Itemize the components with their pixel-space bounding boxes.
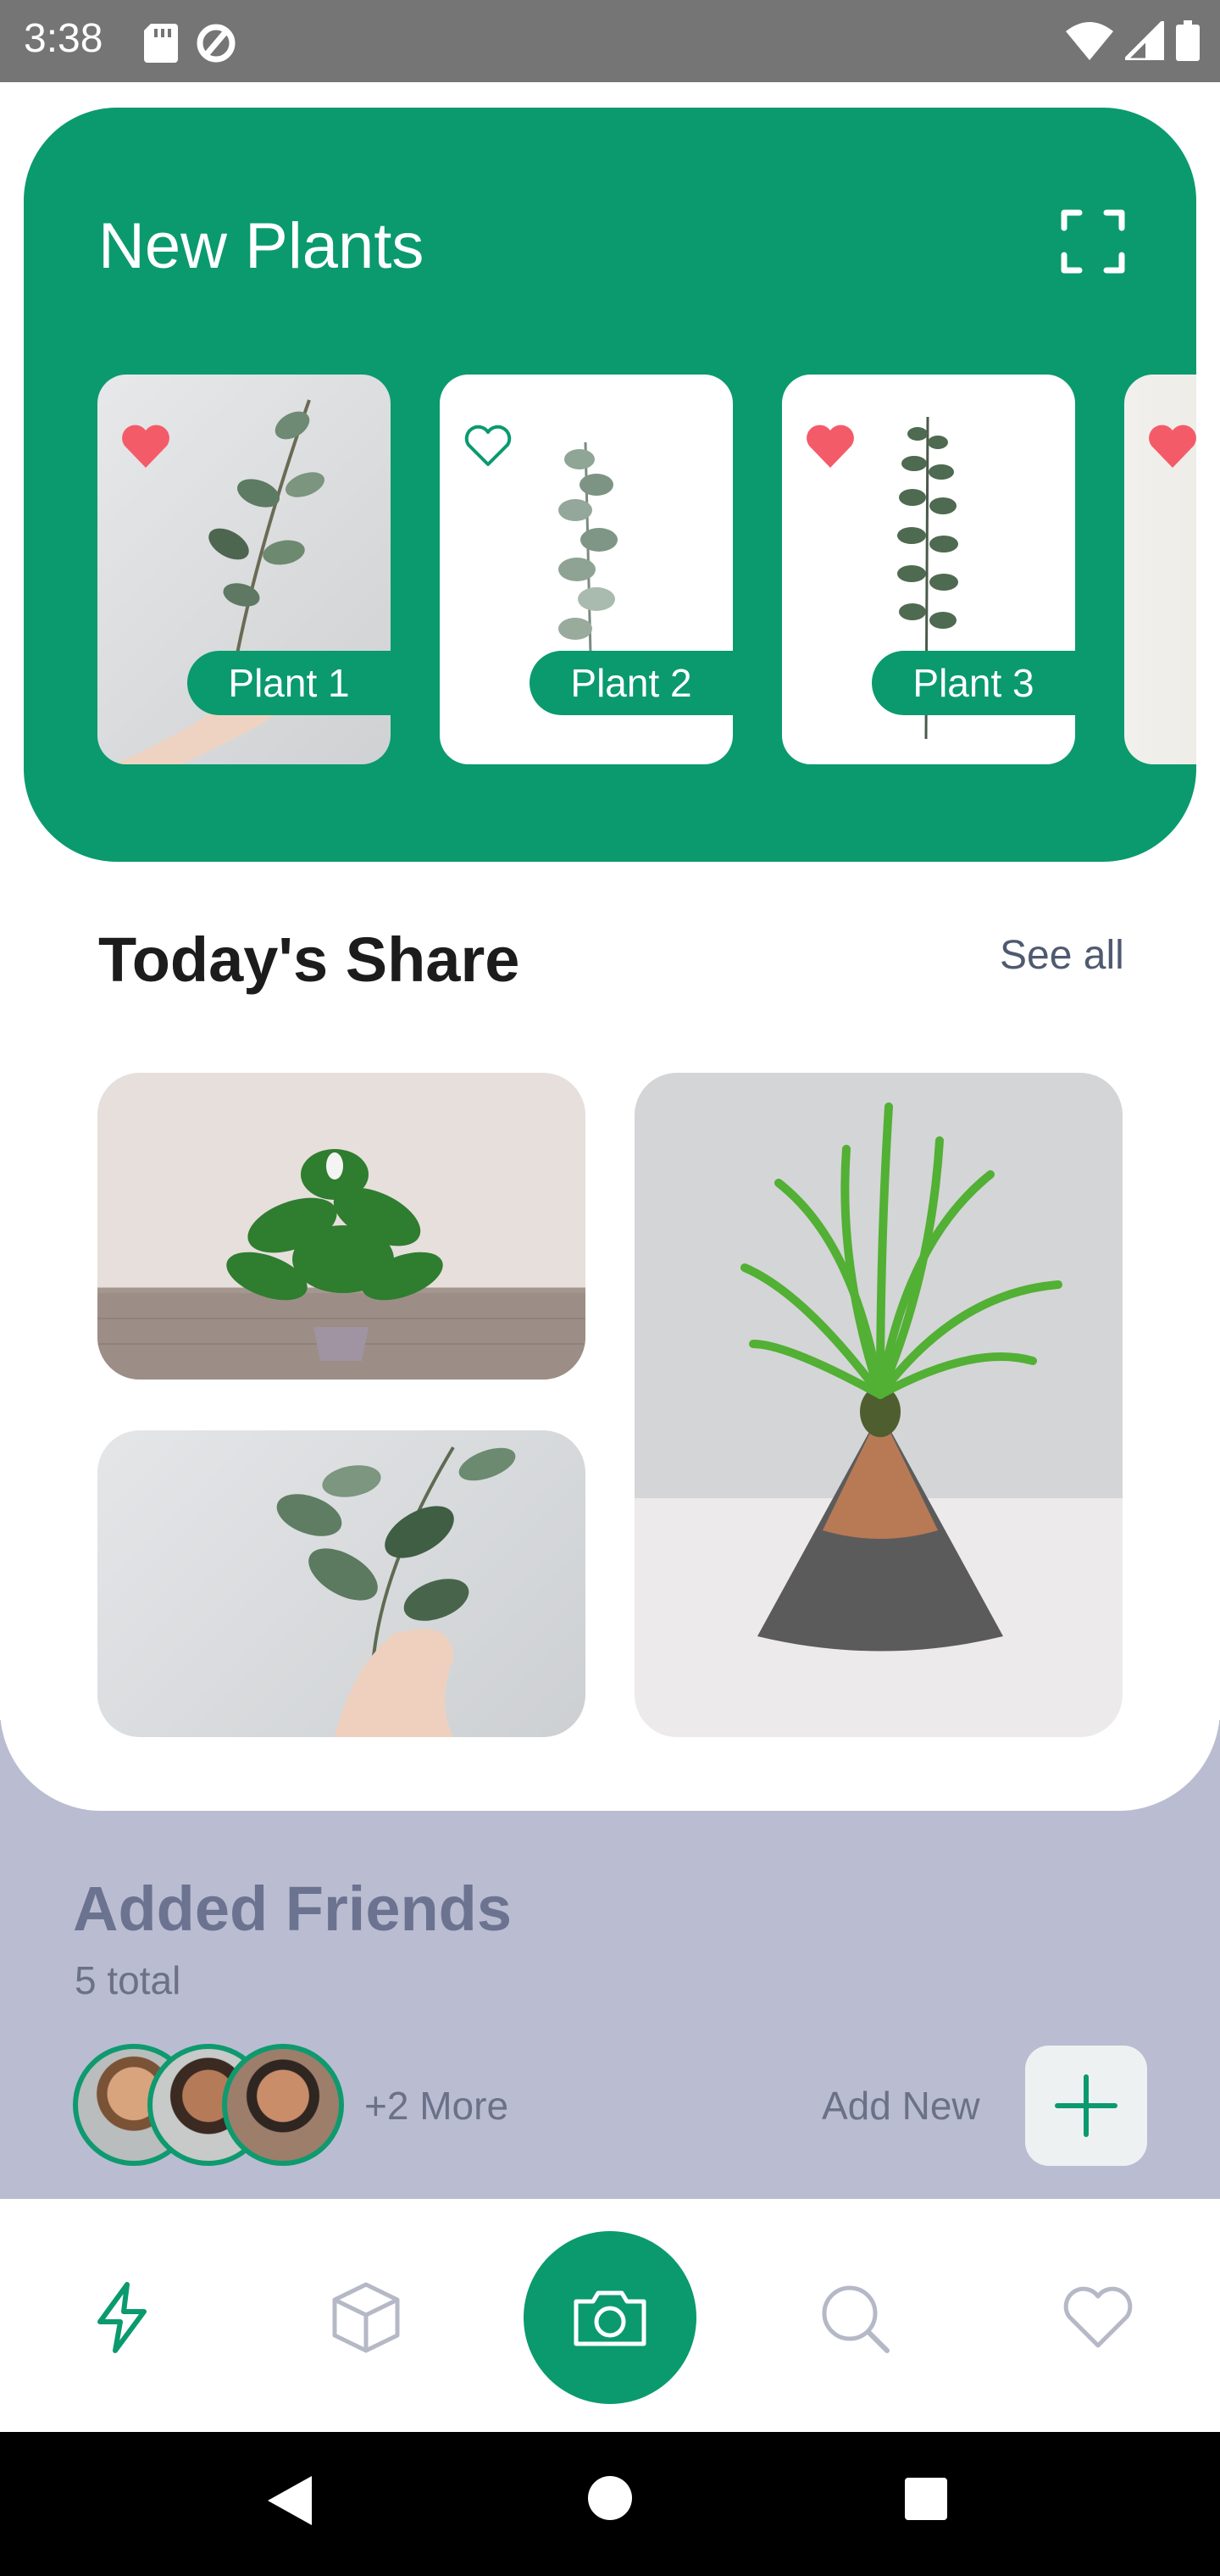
camera-button[interactable]: [524, 2231, 696, 2404]
heart-filled-icon[interactable]: [119, 422, 172, 469]
wifi-icon: [1066, 22, 1113, 60]
share-image-tile[interactable]: [97, 1073, 585, 1380]
add-new-label[interactable]: Add New: [822, 2083, 980, 2129]
avatar[interactable]: [222, 2044, 344, 2166]
recents-icon[interactable]: [903, 2476, 949, 2522]
nav-favorites[interactable]: [1047, 2267, 1149, 2368]
camera-icon: [574, 2290, 646, 2346]
nav-search[interactable]: [803, 2267, 905, 2368]
new-plants-panel: New Plants Plant 1 Plant 2 Plant 3: [24, 108, 1196, 862]
plant-card[interactable]: Plant 2: [440, 375, 733, 764]
bottom-nav: [0, 2199, 1220, 2432]
heart-filled-icon[interactable]: [804, 422, 857, 469]
share-image-tile[interactable]: [635, 1073, 1123, 1737]
heart-outline-icon[interactable]: [462, 422, 514, 469]
see-all-link[interactable]: See all: [1000, 932, 1124, 979]
status-time: 3:38: [24, 16, 103, 61]
search-icon: [822, 2285, 890, 2353]
sd-card-icon: [144, 24, 178, 63]
more-friends-label[interactable]: +2 More: [364, 2083, 508, 2129]
status-bar: 3:38: [0, 0, 1220, 82]
todays-share-title: Today's Share: [98, 924, 520, 995]
heart-icon: [1063, 2286, 1133, 2348]
plant-card[interactable]: Plant 1: [97, 375, 391, 764]
nav-box[interactable]: [315, 2267, 417, 2368]
new-plants-title: New Plants: [98, 210, 424, 282]
share-image-tile[interactable]: [97, 1430, 585, 1737]
plus-icon: [1055, 2074, 1117, 2137]
expand-icon[interactable]: [1059, 208, 1127, 275]
battery-icon: [1176, 20, 1200, 61]
friends-title: Added Friends: [73, 1874, 513, 1944]
share-image: [97, 1149, 585, 1380]
plant-label: Plant 1: [187, 651, 391, 715]
add-friend-button[interactable]: [1025, 2046, 1147, 2166]
home-icon[interactable]: [586, 2474, 634, 2522]
heart-filled-icon[interactable]: [1146, 422, 1196, 469]
friend-avatars[interactable]: [73, 2044, 352, 2166]
share-image: [740, 1102, 1062, 1652]
signal-icon: [1125, 21, 1164, 60]
data-saver-icon: [197, 24, 236, 63]
box-icon: [332, 2282, 400, 2353]
plant-label: Plant 2: [530, 651, 733, 715]
friends-count: 5 total: [75, 1958, 181, 2002]
plant-card[interactable]: Plant 3: [782, 375, 1075, 764]
plant-card[interactable]: [1124, 375, 1196, 764]
system-nav-bar: [0, 2432, 1220, 2576]
share-image: [276, 1446, 516, 1737]
plant-label: Plant 3: [872, 651, 1075, 715]
nav-activity[interactable]: [71, 2267, 173, 2368]
activity-icon: [97, 2282, 147, 2353]
back-icon[interactable]: [264, 2473, 315, 2529]
